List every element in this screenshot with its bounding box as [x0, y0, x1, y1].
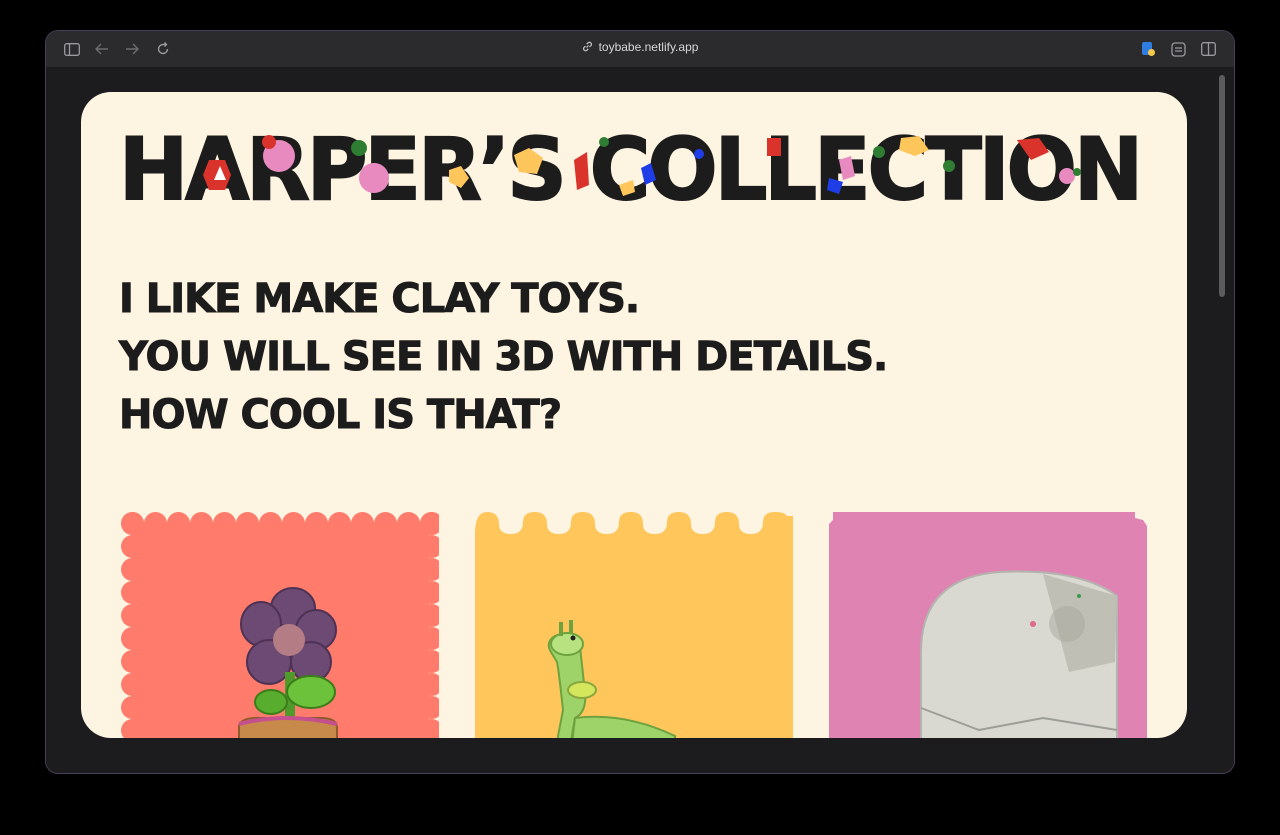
address-bar[interactable]: toybabe.netlify.app: [46, 40, 1234, 54]
browser-window: toybabe.netlify.app HARPER’S COLLECTION: [46, 31, 1234, 773]
link-icon: [582, 41, 593, 52]
tagline: I LIKE MAKE CLAY TOYS. YOU WILL SEE IN 3…: [118, 270, 888, 444]
toy-card-giraffe[interactable]: [475, 512, 793, 738]
paper-house-toy-image: [829, 512, 1147, 738]
web-viewport: HARPER’S COLLECTION I LIKE MAKE CLAY TOY…: [46, 67, 1212, 773]
reader-icon[interactable]: [1168, 39, 1188, 59]
title-decoration-shapes: [203, 135, 1081, 196]
tagline-line-2: YOU WILL SEE IN 3D WITH DETAILS.: [118, 334, 888, 381]
split-view-icon[interactable]: [1198, 39, 1218, 59]
browser-toolbar: toybabe.netlify.app: [46, 31, 1234, 67]
page-title-block: HARPER’S COLLECTION: [118, 126, 1149, 214]
tagline-line-1: I LIKE MAKE CLAY TOYS.: [118, 276, 640, 323]
page-scrollbar[interactable]: [1212, 67, 1234, 773]
tagline-line-3: HOW COOL IS THAT?: [118, 392, 562, 439]
scrollbar-thumb[interactable]: [1219, 75, 1225, 297]
giraffe-toy-image: [475, 512, 793, 738]
toy-card-paper-house[interactable]: [829, 512, 1147, 738]
flower-toy-image: [121, 512, 439, 738]
page-content: HARPER’S COLLECTION I LIKE MAKE CLAY TOY…: [81, 92, 1187, 738]
url-text: toybabe.netlify.app: [598, 40, 699, 54]
toy-card-flower[interactable]: [121, 512, 439, 738]
extension-icon[interactable]: [1138, 39, 1158, 59]
